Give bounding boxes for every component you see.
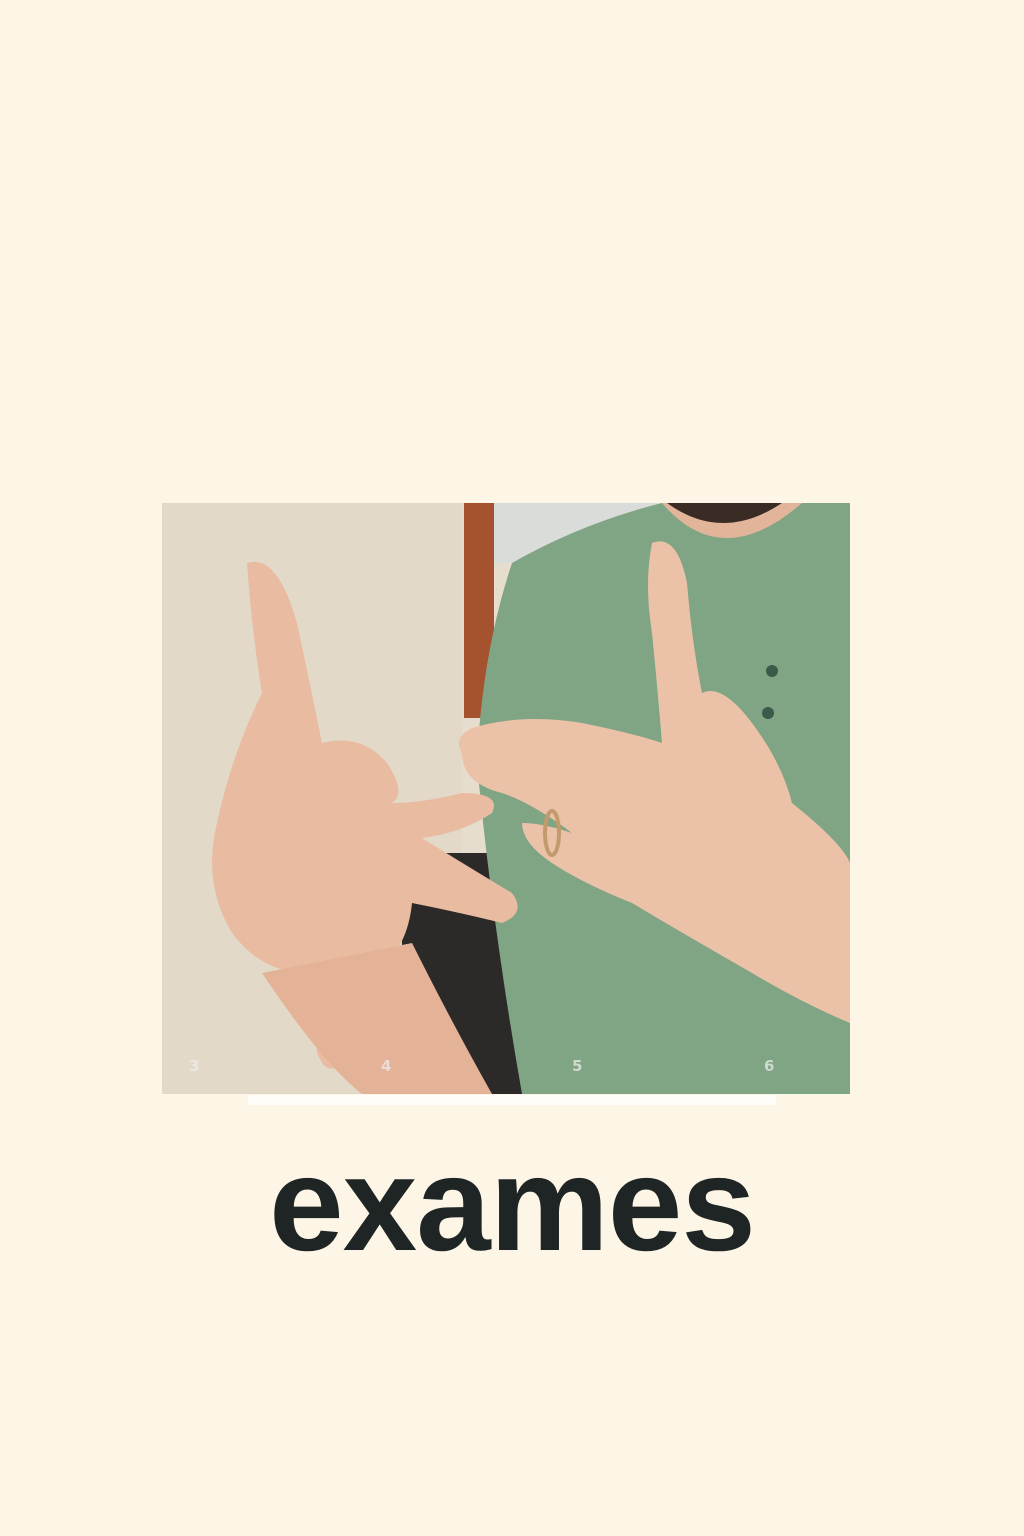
sign-video-frame (162, 503, 850, 1094)
signer-illustration (162, 503, 850, 1094)
frame-label-4: 4 (381, 1057, 392, 1075)
frame-label-6: 6 (764, 1057, 775, 1075)
shirt-button (766, 665, 778, 677)
frame-label-5: 5 (572, 1057, 583, 1075)
frame-underline (248, 1095, 776, 1105)
frame-label-3: 3 (189, 1057, 200, 1075)
sign-word-caption: exames (269, 1130, 756, 1279)
